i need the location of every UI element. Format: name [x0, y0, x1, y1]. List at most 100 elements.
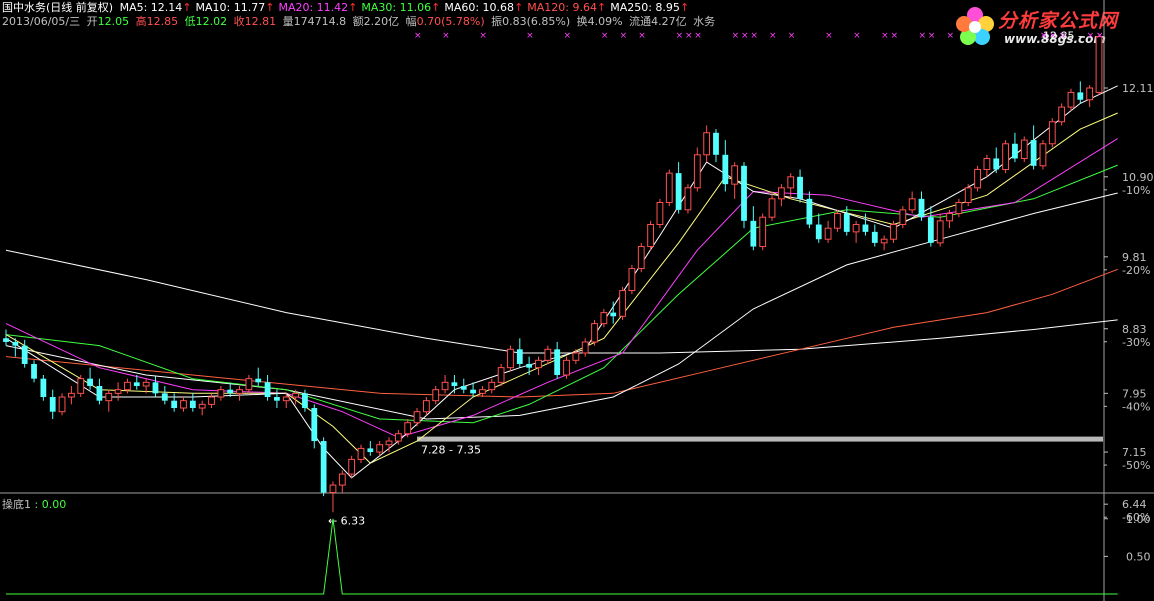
signal-mark: ×	[694, 31, 702, 41]
stock-chart[interactable]: 12.11 10.90-10% 9.81-20% 8.83-30% 7.95-40% 7.…	[0, 0, 1154, 601]
candle-body-up	[731, 165, 739, 185]
candlestick	[955, 198, 963, 218]
candlestick	[619, 286, 626, 320]
candle-body-up	[404, 422, 412, 435]
candle-body-up	[497, 367, 505, 383]
candlestick	[376, 441, 384, 456]
candlestick	[67, 386, 75, 405]
candle-body-up	[1002, 143, 1009, 170]
signal-mark: ×	[825, 31, 833, 41]
candle-body-up	[824, 227, 832, 240]
candle-body-up	[581, 341, 589, 354]
candlestick	[703, 125, 711, 163]
candlestick	[722, 140, 729, 192]
candlestick	[581, 338, 589, 357]
candle-body-up	[1048, 121, 1056, 145]
candle-body-down	[871, 231, 878, 243]
indicator-name: 操底1	[2, 498, 31, 511]
candle-body-down	[1012, 143, 1018, 159]
candlestick	[656, 198, 664, 229]
signal-mark: ×	[928, 31, 936, 41]
candle-body-up	[357, 447, 365, 460]
signal-mark: ×	[479, 31, 487, 41]
price-tick-label: 6.44	[1122, 498, 1147, 511]
candle-body-up	[563, 359, 570, 376]
candle-body-up	[245, 378, 253, 391]
candlestick	[348, 455, 356, 478]
candlestick	[834, 209, 841, 232]
candle-body-up	[208, 396, 215, 405]
candlestick	[554, 341, 561, 379]
indicator-value: : 0.00	[34, 498, 67, 511]
price-tick-label: 10.90	[1122, 171, 1154, 184]
candle-body-up	[441, 381, 449, 391]
candlestick	[890, 220, 897, 243]
candlestick	[77, 374, 85, 398]
candle-body-up	[124, 381, 131, 391]
candlestick	[3, 329, 9, 346]
candle-body-up	[656, 202, 664, 226]
signal-mark: ×	[526, 31, 534, 41]
candlestick	[1012, 132, 1018, 163]
candlestick	[713, 129, 719, 163]
candle-body-up	[338, 473, 346, 486]
candle-body-up	[880, 238, 888, 244]
candlestick	[460, 378, 467, 394]
candlestick	[49, 389, 56, 420]
candlestick	[1030, 125, 1037, 170]
candle-body-up	[217, 389, 225, 398]
candle-body-up	[777, 187, 785, 200]
candlestick	[329, 481, 337, 513]
candle-body-down	[451, 382, 458, 387]
candlestick	[535, 356, 542, 375]
candlestick	[114, 382, 122, 401]
candle-body-up	[693, 154, 701, 189]
candle-body-up	[198, 403, 206, 409]
candle-body-down	[713, 132, 719, 155]
ma-line-ma10	[5, 112, 1118, 464]
range-annotation: 7.28 - 7.35	[421, 444, 481, 457]
indicator-tick-label: 0.50	[1126, 550, 1151, 563]
candle-body-down	[171, 400, 178, 409]
candlestick	[227, 382, 234, 398]
candle-body-down	[554, 349, 561, 375]
candlestick	[824, 220, 832, 243]
percent-tick-label: -10%	[1122, 184, 1150, 197]
candlestick	[367, 441, 374, 456]
signal-mark: ×	[1087, 31, 1095, 41]
candlestick	[217, 386, 225, 401]
signal-mark: ×	[564, 31, 572, 41]
signal-mark: ×	[1096, 31, 1104, 41]
candlestick	[208, 393, 215, 409]
candlestick	[806, 191, 813, 229]
candle-body-down	[470, 389, 476, 394]
candle-body-up	[946, 213, 953, 222]
candle-body-down	[96, 386, 103, 401]
candle-body-up	[329, 484, 337, 493]
candlestick	[750, 206, 757, 251]
candle-body-up	[535, 359, 542, 369]
candle-body-down	[1077, 92, 1084, 100]
candle-body-up	[422, 400, 430, 413]
candle-body-down	[133, 382, 140, 387]
candle-body-up	[665, 172, 673, 204]
candle-body-up	[628, 268, 636, 292]
candlestick	[759, 213, 767, 251]
candle-body-down	[3, 338, 9, 342]
candlestick	[198, 400, 206, 416]
candlestick	[983, 154, 991, 177]
candle-body-up	[1095, 36, 1103, 93]
candlestick	[787, 173, 795, 199]
indicator-tick-label: 1.00	[1126, 513, 1151, 526]
candlestick	[871, 224, 878, 247]
candlestick	[245, 374, 253, 394]
candlestick	[1020, 136, 1028, 163]
candle-body-down	[750, 220, 757, 247]
candlestick	[1067, 88, 1075, 111]
candle-body-down	[675, 173, 682, 210]
signal-mark: ×	[620, 31, 628, 41]
candlestick	[777, 184, 785, 207]
candlestick	[665, 169, 673, 207]
candlestick	[171, 393, 178, 412]
candle-body-down	[927, 217, 934, 243]
